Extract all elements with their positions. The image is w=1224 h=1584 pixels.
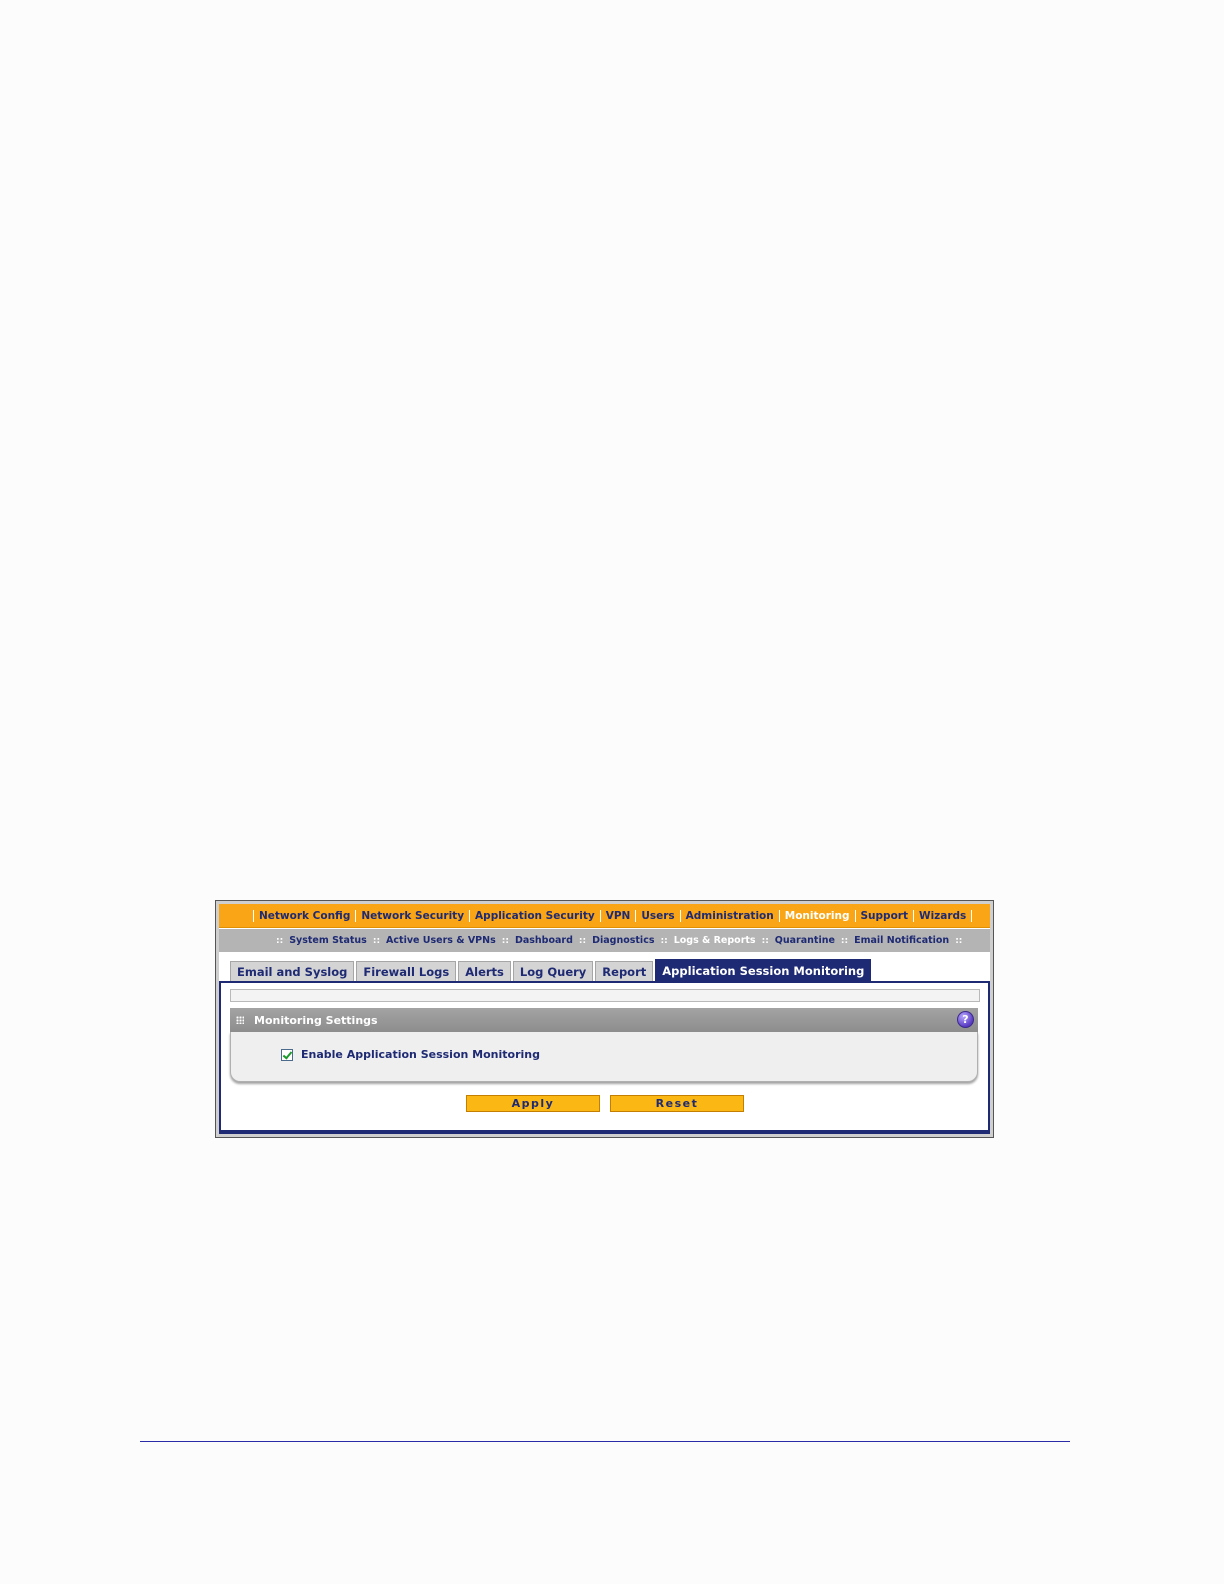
nav-network-security[interactable]: Network Security [361,910,464,922]
tab-email-and-syslog[interactable]: Email and Syslog [230,961,355,981]
app-window: Network Config Network Security Applicat… [219,904,990,1134]
sub-nav-separator: :: [372,935,381,946]
sub-nav-separator: :: [276,935,284,946]
nav-vpn[interactable]: VPN [606,910,631,922]
tab-bar: Email and Syslog Firewall Logs Alerts Lo… [230,959,990,981]
nav-support[interactable]: Support [861,910,908,922]
nav-users[interactable]: Users [641,910,674,922]
tab-application-session-monitoring[interactable]: Application Session Monitoring [655,959,872,981]
reset-button[interactable]: Reset [610,1095,744,1112]
nav-network-config[interactable]: Network Config [259,910,350,922]
subnav-diagnostics[interactable]: Diagnostics [592,935,654,946]
help-icon[interactable]: ? [957,1011,974,1028]
sub-nav-separator: :: [840,935,849,946]
subnav-active-users-vpns[interactable]: Active Users & VPNs [386,935,496,946]
sub-nav-separator: :: [501,935,509,946]
subnav-dashboard[interactable]: Dashboard [515,935,573,946]
enable-monitoring-label[interactable]: Enable Application Session Monitoring [301,1048,540,1061]
sub-nav-separator: :: [955,935,963,946]
nav-administration[interactable]: Administration [686,910,774,922]
nav-application-security[interactable]: Application Security [475,910,595,922]
subnav-logs-reports[interactable]: Logs & Reports [674,935,756,946]
sub-nav-separator: :: [660,935,668,946]
enable-monitoring-row: Enable Application Session Monitoring [281,1048,540,1061]
tab-report[interactable]: Report [595,961,654,981]
nav-wizards[interactable]: Wizards [919,910,966,922]
content-panel: Monitoring Settings ? Enable Application… [219,981,990,1134]
tab-alerts[interactable]: Alerts [458,961,511,981]
nav-monitoring[interactable]: Monitoring [785,910,850,922]
tab-log-query[interactable]: Log Query [512,961,594,981]
sub-nav: :: System Status :: Active Users & VPNs … [219,929,990,952]
app-screenshot: Network Config Network Security Applicat… [215,900,994,1138]
subnav-system-status[interactable]: System Status [289,935,367,946]
apply-button[interactable]: Apply [466,1095,600,1112]
main-nav: Network Config Network Security Applicat… [219,904,990,928]
sub-nav-separator: :: [761,935,769,946]
enable-monitoring-checkbox[interactable] [281,1048,293,1061]
sub-nav-separator: :: [578,935,587,946]
footer-rule [140,1441,1070,1442]
monitoring-settings-body: Enable Application Session Monitoring [230,1032,978,1082]
subnav-email-notification[interactable]: Email Notification [854,935,949,946]
status-message-bar [230,989,980,1002]
section-title: Monitoring Settings [254,1013,378,1027]
tab-firewall-logs[interactable]: Firewall Logs [356,961,457,981]
monitoring-settings-header: Monitoring Settings ? [230,1008,978,1032]
subnav-quarantine[interactable]: Quarantine [775,935,835,946]
grip-icon [236,1016,244,1024]
